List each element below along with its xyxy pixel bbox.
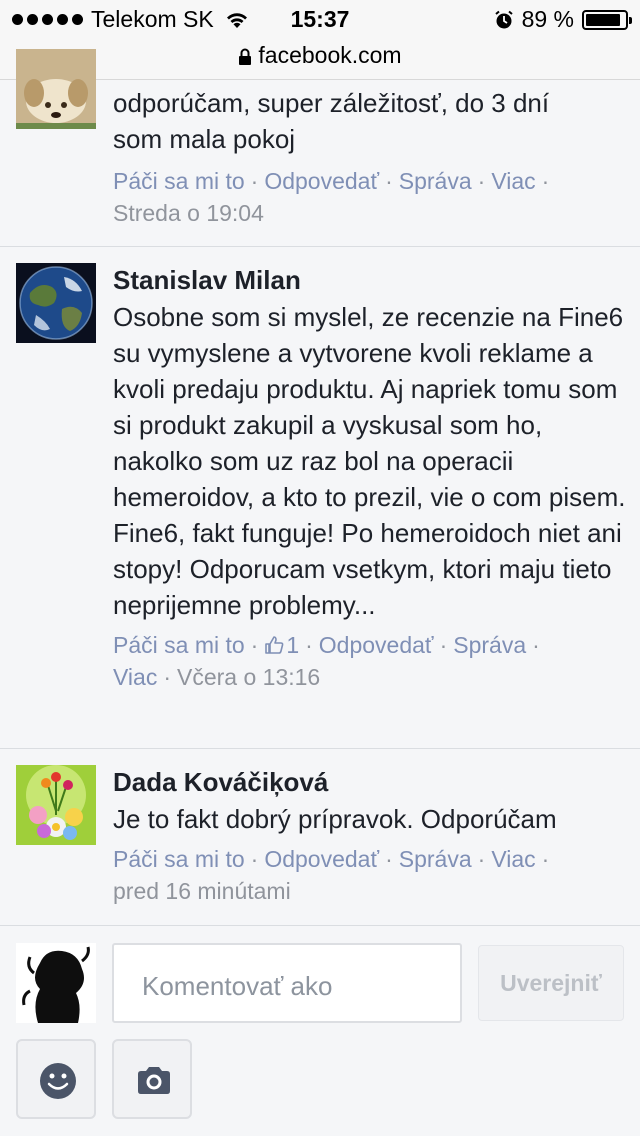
silhouette-avatar-image	[16, 943, 96, 1023]
commenter-name[interactable]: Stanislav Milan	[113, 263, 626, 297]
comment-text: odporúčam, super záležitosť, do 3 dní so…	[113, 88, 550, 154]
comment-3: Dada Kováčiķová Je to fakt dobrý príprav…	[0, 749, 640, 926]
comment-composer: Komentovať ako Uverejniť	[0, 926, 640, 1136]
battery-percent: 89 %	[521, 6, 574, 32]
lock-icon	[239, 48, 252, 65]
post-button[interactable]: Uverejniť	[478, 945, 624, 1021]
comment-body: Stanislav Milan Osobne som si myslel, ze…	[113, 263, 626, 693]
alarm-icon	[494, 10, 513, 28]
comment-2: Stanislav Milan Osobne som si myslel, ze…	[0, 247, 640, 749]
comment-text: Osobne som si myslel, ze recenzie na Fin…	[113, 302, 626, 620]
comment-text: Je to fakt dobrý prípravok. Odporúčam	[113, 804, 557, 834]
comment-1: odporúčam, super záležitosť, do 3 dní so…	[0, 49, 640, 247]
earth-avatar-image	[16, 263, 96, 343]
status-bar: Telekom SK 15:37 89 %	[0, 0, 640, 40]
comment-actions: Páči sa mi to · Odpovedať · Správa · Viac · pre…	[113, 843, 626, 907]
status-right: 89 %	[494, 6, 632, 33]
reply-link[interactable]: Odpovedať	[264, 168, 379, 194]
url-bar[interactable]: facebook.com	[0, 40, 640, 80]
more-link[interactable]: Viac	[113, 664, 157, 690]
battery-level	[586, 13, 620, 26]
like-link[interactable]: Páči sa mi to	[113, 168, 245, 194]
comment-actions: Páči sa mi to · 1 · Odpovedať · Správa · Viac · Vč…	[113, 632, 540, 690]
comment-timestamp[interactable]: pred 16 minútami	[113, 875, 626, 907]
my-avatar	[16, 943, 96, 1023]
comment-input[interactable]: Komentovať ako	[112, 943, 462, 1023]
more-link[interactable]: Viac	[491, 846, 535, 872]
message-link[interactable]: Správa	[399, 168, 472, 194]
puppy-avatar-image	[16, 49, 96, 129]
camera-button[interactable]	[112, 1039, 192, 1119]
like-count[interactable]: 1	[264, 632, 299, 658]
reply-link[interactable]: Odpovedať	[319, 632, 434, 658]
message-link[interactable]: Správa	[399, 846, 472, 872]
emoji-button[interactable]	[16, 1039, 96, 1119]
url-domain: facebook.com	[258, 42, 402, 68]
message-link[interactable]: Správa	[453, 632, 526, 658]
comment-actions: Páči sa mi to · Odpovedať · Správa · Viac · Str…	[113, 165, 626, 229]
camera-icon	[138, 1067, 170, 1094]
flowers-avatar-image	[16, 765, 96, 845]
comment-body: odporúčam, super záležitosť, do 3 dní so…	[113, 85, 626, 229]
avatar[interactable]	[16, 49, 96, 129]
smiley-icon	[40, 1063, 76, 1099]
avatar[interactable]	[16, 263, 96, 343]
reply-link[interactable]: Odpovedať	[264, 846, 379, 872]
avatar[interactable]	[16, 765, 96, 845]
comment-timestamp[interactable]: Streda o 19:04	[113, 197, 626, 229]
comment-timestamp[interactable]: Včera o 13:16	[177, 664, 320, 690]
battery-icon	[582, 9, 632, 30]
commenter-name[interactable]: Dada Kováčiķová	[113, 765, 626, 799]
comment-body: Dada Kováčiķová Je to fakt dobrý príprav…	[113, 765, 626, 907]
like-link[interactable]: Páči sa mi to	[113, 632, 245, 658]
like-link[interactable]: Páči sa mi to	[113, 846, 245, 872]
thumbs-up-icon	[265, 636, 284, 654]
more-link[interactable]: Viac	[491, 168, 535, 194]
